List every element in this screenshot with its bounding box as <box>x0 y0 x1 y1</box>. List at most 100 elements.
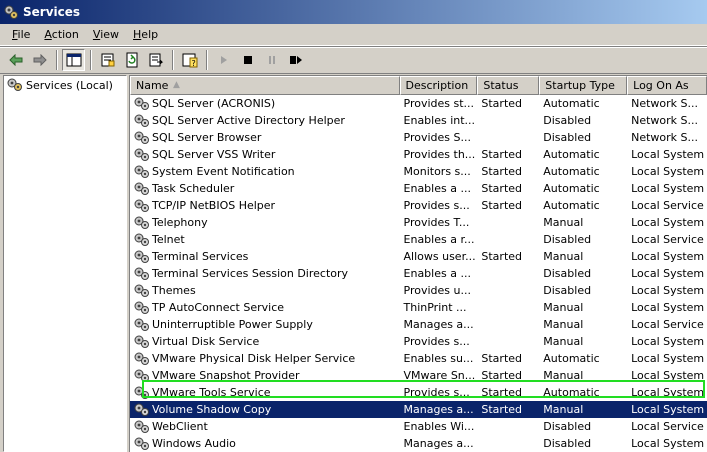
show-hide-tree-icon <box>66 53 81 67</box>
toolbar-separator <box>56 50 58 70</box>
table-row[interactable]: TCP/IP NetBIOS Helper Provides s... Starte… <box>130 197 707 214</box>
start-service-button[interactable] <box>212 49 235 71</box>
cell-startup-type: Manual <box>543 369 584 382</box>
cell-status: Started <box>481 369 523 382</box>
menu-file[interactable]: File <box>6 26 36 43</box>
service-gear-icon <box>134 97 149 110</box>
cell-startup-type: Disabled <box>543 267 592 280</box>
table-row[interactable]: Terminal Services Session Directory Enabl… <box>130 265 707 282</box>
services-list[interactable]: Name ▲ Description Status Startup Type L… <box>129 75 707 452</box>
tree-item-label: Services (Local) <box>26 78 113 92</box>
service-name: Windows Audio <box>152 437 236 450</box>
cell-name: Terminal Services Session Directory <box>130 265 400 282</box>
cell-log-on-as: Network S... <box>631 114 699 127</box>
column-header-description[interactable]: Description <box>399 76 478 95</box>
service-gear-icon <box>134 182 149 195</box>
table-row[interactable]: Terminal Services Allows user... Started Ma… <box>130 248 707 265</box>
window-title: Services <box>23 5 81 19</box>
list-rows: SQL Server (ACRONIS) Provides st... Starte… <box>130 95 707 452</box>
service-gear-icon <box>134 250 149 263</box>
table-row[interactable]: VMware Tools Service Provides s... Started… <box>130 384 707 401</box>
table-row[interactable]: Telnet Enables a r... Disabled Local Servic… <box>130 231 707 248</box>
cell-startup-type: Manual <box>543 335 584 348</box>
table-row[interactable]: Task Scheduler Enables a ... Started Automa… <box>130 180 707 197</box>
cell-startup-type: Manual <box>543 403 584 416</box>
export-list-button[interactable] <box>144 49 167 71</box>
service-name: WebClient <box>152 420 208 433</box>
cell-name: SQL Server (ACRONIS) <box>130 95 400 112</box>
service-gear-icon <box>134 335 149 348</box>
cell-name: VMware Tools Service <box>130 384 400 401</box>
table-row[interactable]: SQL Server (ACRONIS) Provides st... Starte… <box>130 95 707 112</box>
properties-icon <box>101 53 114 67</box>
service-name: VMware Tools Service <box>152 386 271 399</box>
cell-status <box>477 214 539 231</box>
cell-name: Themes <box>130 282 400 299</box>
table-row[interactable]: Volume Shadow Copy Manages a... Started Man… <box>130 401 707 418</box>
stop-service-button[interactable] <box>236 49 259 71</box>
menu-help[interactable]: Help <box>127 26 164 43</box>
back-button[interactable] <box>4 49 27 71</box>
cell-log-on-as: Local System <box>631 267 705 280</box>
cell-status: Started <box>481 250 523 263</box>
cell-description: Enables a ... <box>403 267 471 280</box>
toolbar: ? <box>0 46 707 74</box>
table-row[interactable]: SQL Server VSS Writer Provides th... Start… <box>130 146 707 163</box>
cell-startup-type: Disabled <box>543 437 592 450</box>
console-tree[interactable]: Services (Local) <box>3 75 127 452</box>
table-row[interactable]: TP AutoConnect Service ThinPrint ... Manua… <box>130 299 707 316</box>
cell-status: Started <box>481 352 523 365</box>
restart-service-button[interactable] <box>284 49 307 71</box>
column-header-status[interactable]: Status <box>477 76 540 95</box>
pause-service-button[interactable] <box>260 49 283 71</box>
cell-description: Monitors s... <box>403 165 471 178</box>
refresh-button[interactable] <box>120 49 143 71</box>
table-row[interactable]: VMware Snapshot Provider VMware Sn... Star… <box>130 367 707 384</box>
show-hide-tree-button[interactable] <box>62 49 85 71</box>
cell-description: VMware Sn... <box>403 369 476 382</box>
title-bar[interactable]: Services <box>0 0 707 24</box>
table-row[interactable]: System Event Notification Monitors s... St… <box>130 163 707 180</box>
table-row[interactable]: Uninterruptible Power Supply Manages a...… <box>130 316 707 333</box>
service-name: Telephony <box>152 216 208 229</box>
menu-view[interactable]: View <box>87 26 125 43</box>
table-row[interactable]: Windows Audio Manages a... Disabled Local S… <box>130 435 707 452</box>
cell-status: Started <box>481 403 523 416</box>
properties-button[interactable] <box>96 49 119 71</box>
tree-item-services-local[interactable]: Services (Local) <box>4 76 126 94</box>
cell-log-on-as: Local System <box>631 301 705 314</box>
cell-description: Provides S... <box>403 131 471 144</box>
table-row[interactable]: VMware Physical Disk Helper Service Enabl… <box>130 350 707 367</box>
cell-startup-type: Disabled <box>543 284 592 297</box>
table-row[interactable]: WebClient Enables Wi... Disabled Local Serv… <box>130 418 707 435</box>
cell-description: Enables int... <box>403 114 476 127</box>
export-list-icon <box>149 53 163 67</box>
forward-button[interactable] <box>28 49 51 71</box>
table-row[interactable]: SQL Server Active Directory Helper Enable… <box>130 112 707 129</box>
sort-ascending-icon: ▲ <box>173 80 180 90</box>
cell-log-on-as: Local System <box>631 352 705 365</box>
column-header-name[interactable]: Name ▲ <box>130 76 400 95</box>
table-row[interactable]: Themes Provides u... Disabled Local System <box>130 282 707 299</box>
cell-name: SQL Server VSS Writer <box>130 146 400 163</box>
cell-status <box>477 129 539 146</box>
column-header-startup-type[interactable]: Startup Type <box>539 76 628 95</box>
table-row[interactable]: Telephony Provides T... Manual Local System <box>130 214 707 231</box>
column-header-log-on-as[interactable]: Log On As <box>627 76 707 95</box>
cell-name: Volume Shadow Copy <box>130 401 400 418</box>
column-header-label: Name <box>136 79 169 92</box>
service-name: SQL Server (ACRONIS) <box>152 97 276 110</box>
menu-action[interactable]: Action <box>38 26 84 43</box>
help-button[interactable]: ? <box>178 49 201 71</box>
service-gear-icon <box>134 301 149 314</box>
cell-startup-type: Disabled <box>543 114 592 127</box>
cell-log-on-as: Network S... <box>631 97 699 110</box>
cell-startup-type: Automatic <box>543 97 600 110</box>
cell-description: Provides s... <box>403 386 470 399</box>
service-gear-icon <box>134 199 149 212</box>
table-row[interactable]: SQL Server Browser Provides S... Disabled N… <box>130 129 707 146</box>
table-row[interactable]: Virtual Disk Service Provides s... Manual L… <box>130 333 707 350</box>
service-name: VMware Snapshot Provider <box>152 369 300 382</box>
service-name: SQL Server VSS Writer <box>152 148 276 161</box>
cell-description: Provides s... <box>403 335 470 348</box>
